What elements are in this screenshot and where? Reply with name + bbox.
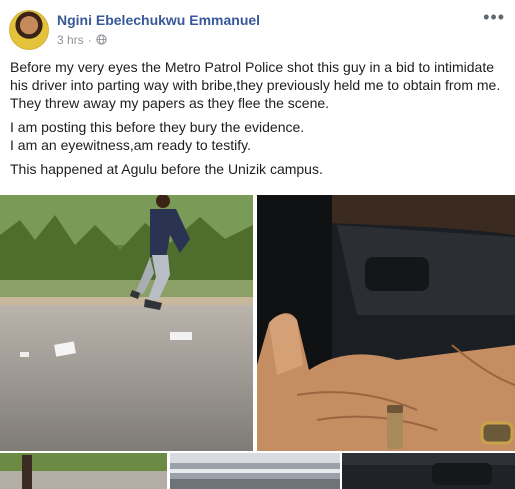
post-paragraph-3: This happened at Agulu before the Unizik… <box>10 161 323 177</box>
photo-hand-bullet-casing[interactable] <box>257 195 515 451</box>
post-paragraph-1: Before my very eyes the Metro Patrol Pol… <box>10 59 501 111</box>
author-avatar[interactable] <box>9 10 49 50</box>
post-paragraph-2: I am posting this before they bury the e… <box>10 119 305 153</box>
meta-separator: · <box>87 33 92 47</box>
photo-roadside-man[interactable] <box>0 195 253 451</box>
photo-thumbnail-road[interactable] <box>0 453 167 489</box>
globe-icon[interactable] <box>96 34 107 45</box>
post-body: Before my very eyes the Metro Patrol Pol… <box>10 58 508 184</box>
post-meta: 3 hrs · <box>57 33 107 47</box>
post-timestamp[interactable]: 3 hrs <box>57 33 84 47</box>
more-options-icon[interactable]: ••• <box>483 7 505 28</box>
author-name-link[interactable]: Ngini Ebelechukwu Emmanuel <box>57 12 260 28</box>
photo-thumbnail-car-interior[interactable] <box>342 453 515 489</box>
photo-thumbnail-window[interactable] <box>170 453 340 489</box>
post-header: Ngini Ebelechukwu Emmanuel 3 hrs · ••• <box>0 0 515 54</box>
